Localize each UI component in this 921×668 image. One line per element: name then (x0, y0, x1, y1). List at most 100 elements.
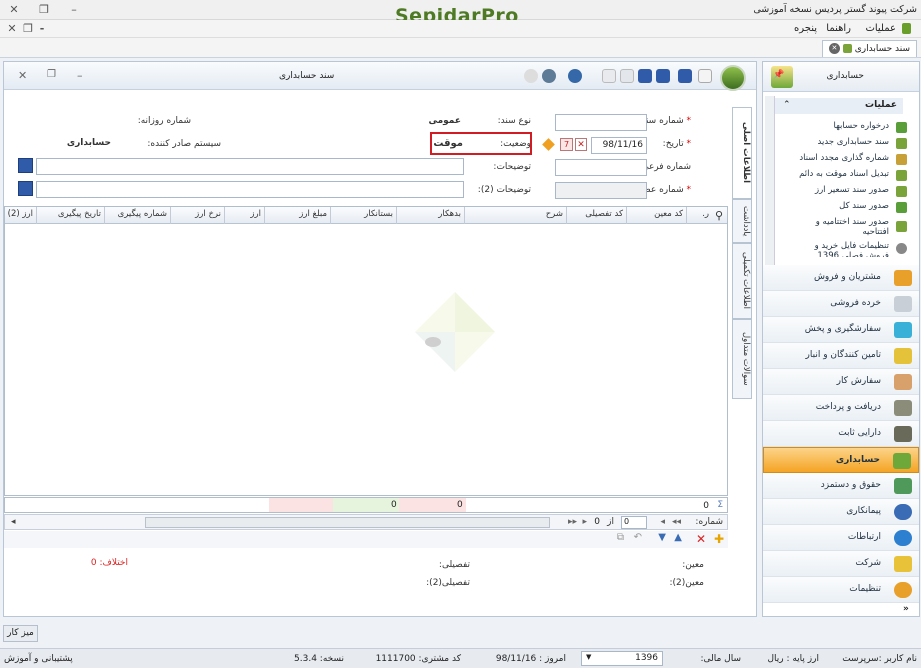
tab-accounting-voucher[interactable]: سند حسابداری ✕ (821, 40, 917, 57)
op-convert-temporary[interactable]: تبدیل اسناد موقت به دائم (799, 169, 889, 179)
horizontal-scrollbar[interactable] (145, 517, 550, 528)
copy-row-icon[interactable]: ⧉ (617, 532, 624, 543)
col-currency2[interactable]: ارز (2) (8, 209, 33, 219)
scroll-left-icon[interactable]: ◂ (11, 517, 16, 527)
move-up-icon[interactable]: ▲ (674, 532, 682, 543)
op-chart-of-accounts[interactable]: درخواره حسابها (834, 121, 889, 131)
col-row[interactable]: ر. (702, 209, 709, 219)
date-input[interactable]: 98/11/16 (591, 137, 647, 154)
op-closing-opening[interactable]: صدور سند اختتامیه و افتتاحیه (789, 217, 889, 237)
menu-help[interactable]: راهنما (826, 23, 851, 34)
chevron-down-icon[interactable]: ▼ (586, 653, 591, 661)
col-tafsili-code[interactable]: کد تفصیلی (585, 209, 623, 219)
minimize-doc-icon[interactable]: - (34, 22, 50, 35)
module-retail[interactable]: خرده فروشی (763, 291, 919, 317)
delete-row-icon[interactable]: ✕ (696, 532, 706, 546)
nav-first-icon[interactable]: ◂◂ (672, 517, 681, 527)
module-ordering[interactable]: سفارشگیری و پخش (763, 317, 919, 343)
move-down-icon[interactable]: ▼ (658, 532, 666, 543)
module-settings[interactable]: تنظیمات (763, 577, 919, 603)
ops-header[interactable]: عملیات ⌃ (775, 98, 903, 114)
status-support[interactable]: پشتیبانی و آموزش (4, 654, 73, 664)
close-icon[interactable]: ✕ (6, 3, 22, 16)
clear-date-icon[interactable]: ✕ (575, 138, 587, 151)
save-icon[interactable] (638, 69, 652, 83)
desc2-save-icon[interactable] (18, 181, 33, 196)
status-currency: ارز پایه : ریال (767, 654, 819, 664)
op-general-voucher[interactable]: صدور سند کل (839, 201, 889, 211)
app-icon (902, 23, 911, 34)
col-fx-rate[interactable]: نرخ ارز (195, 209, 221, 219)
module-communications[interactable]: ارتباطات (763, 525, 919, 551)
desc-save-icon[interactable] (18, 158, 33, 173)
dropdown-arrow-icon[interactable] (524, 69, 538, 83)
col-tracking-no[interactable]: شماره پیگیری (118, 209, 167, 219)
restore-icon[interactable]: ❐ (36, 3, 52, 16)
desktop-button[interactable]: میز کار (3, 625, 38, 642)
module-fixed-assets[interactable]: دارایی ثابت (763, 421, 919, 447)
menu-window[interactable]: پنجره (794, 23, 817, 34)
navigation-sidebar: حسابداری 📌 عملیات ⌃ درخواره حسابها سند ح… (762, 61, 920, 617)
menu-bar: ✕ ❐ - عملیات راهنما پنجره (0, 20, 921, 38)
help-icon[interactable] (568, 69, 582, 83)
op-icon-3 (896, 154, 907, 165)
copy-doc-icon[interactable] (620, 69, 634, 83)
nav-total: 0 (594, 517, 600, 527)
add-row-icon[interactable]: ✚ (714, 532, 724, 546)
grid-search-icon[interactable]: ⚲ (715, 209, 723, 222)
module-payroll[interactable]: حقوق و دستمزد (763, 473, 919, 499)
tab-main-info[interactable]: اطلاعات اصلی (732, 107, 752, 199)
minimize-icon[interactable]: – (66, 3, 82, 16)
voucher-header-form: * شماره سند: * تاریخ: 98/11/16 ✕ 7 شماره… (4, 106, 731, 202)
tab-extra-info[interactable]: اطلاعات تکمیلی (732, 243, 752, 319)
nav-prev-icon[interactable]: ◂ (660, 517, 665, 527)
tab-faq[interactable]: سوالات متداول (732, 319, 752, 399)
sub-number-input[interactable] (555, 159, 647, 176)
module-sales[interactable]: مشتریان و فروش (763, 265, 919, 291)
desc2-input[interactable] (36, 181, 464, 198)
op-new-voucher[interactable]: سند حسابداری جدید (818, 137, 889, 147)
nav-current-input[interactable]: 0 (621, 516, 647, 529)
calendar-icon[interactable]: 7 (560, 138, 573, 151)
op-renumber-vouchers[interactable]: شماره گذاری مجدد اسناد (799, 153, 889, 163)
expand-icon[interactable]: » (903, 604, 909, 614)
op-seasonal-file[interactable]: تنظیمات فایل خرید و فروش فصلی 1396 (789, 241, 889, 257)
doc-number-input[interactable] (555, 114, 647, 131)
compass-icon[interactable] (542, 69, 556, 83)
col-moin-code[interactable]: کد معین (654, 209, 683, 219)
new-doc-icon[interactable] (602, 69, 616, 83)
module-payments[interactable]: دریافت و پرداخت (763, 395, 919, 421)
doc-type-value: عمومی (428, 116, 461, 126)
module-accounting[interactable]: حسابداری (763, 447, 919, 473)
col-description[interactable]: شرح (546, 209, 563, 219)
desc-input[interactable] (36, 158, 464, 175)
undo-icon[interactable]: ↶ (634, 532, 642, 543)
op-fx-revaluation[interactable]: صدور سند تسعیر ارز (815, 185, 889, 195)
window-restore-icon[interactable]: ❐ (47, 69, 56, 80)
tab-notes[interactable]: یادداشت (732, 199, 752, 243)
module-contracting[interactable]: پیمانکاری (763, 499, 919, 525)
col-credit[interactable]: بستانکار (364, 209, 393, 219)
menu-operations[interactable]: عملیات (865, 23, 896, 34)
save-new-icon[interactable] (678, 69, 692, 83)
module-work-order[interactable]: سفارش کار (763, 369, 919, 395)
nav-last-icon[interactable]: ▸▸ (568, 517, 577, 527)
col-currency[interactable]: ارز (250, 209, 261, 219)
save-close-icon[interactable] (656, 69, 670, 83)
ref-number-input[interactable] (555, 182, 647, 199)
window-close-icon[interactable]: ✕ (18, 69, 27, 82)
blank-doc-icon[interactable] (698, 69, 712, 83)
col-tracking-date[interactable]: تاریخ پیگیری (58, 209, 101, 219)
col-debit[interactable]: بدهکار (438, 209, 461, 219)
app-title-bar: ✕ ❐ – SepidarPro شرکت پیوند گستر پردیس ن… (0, 0, 921, 27)
col-fx-amount[interactable]: مبلغ ارز (299, 209, 327, 219)
nav-next-icon[interactable]: ▸ (582, 517, 587, 527)
window-minimize-icon[interactable]: – (77, 69, 83, 82)
module-suppliers[interactable]: تامین کنندگان و انبار (763, 343, 919, 369)
fiscal-year-select[interactable]: 1396 ▼ (581, 651, 663, 666)
close-doc-icon[interactable]: ✕ (4, 22, 20, 35)
module-company[interactable]: شرکت (763, 551, 919, 577)
tab-close-icon[interactable]: ✕ (828, 43, 840, 54)
pin-icon[interactable]: 📌 (773, 70, 784, 80)
collapse-icon[interactable]: ⌃ (783, 100, 791, 110)
